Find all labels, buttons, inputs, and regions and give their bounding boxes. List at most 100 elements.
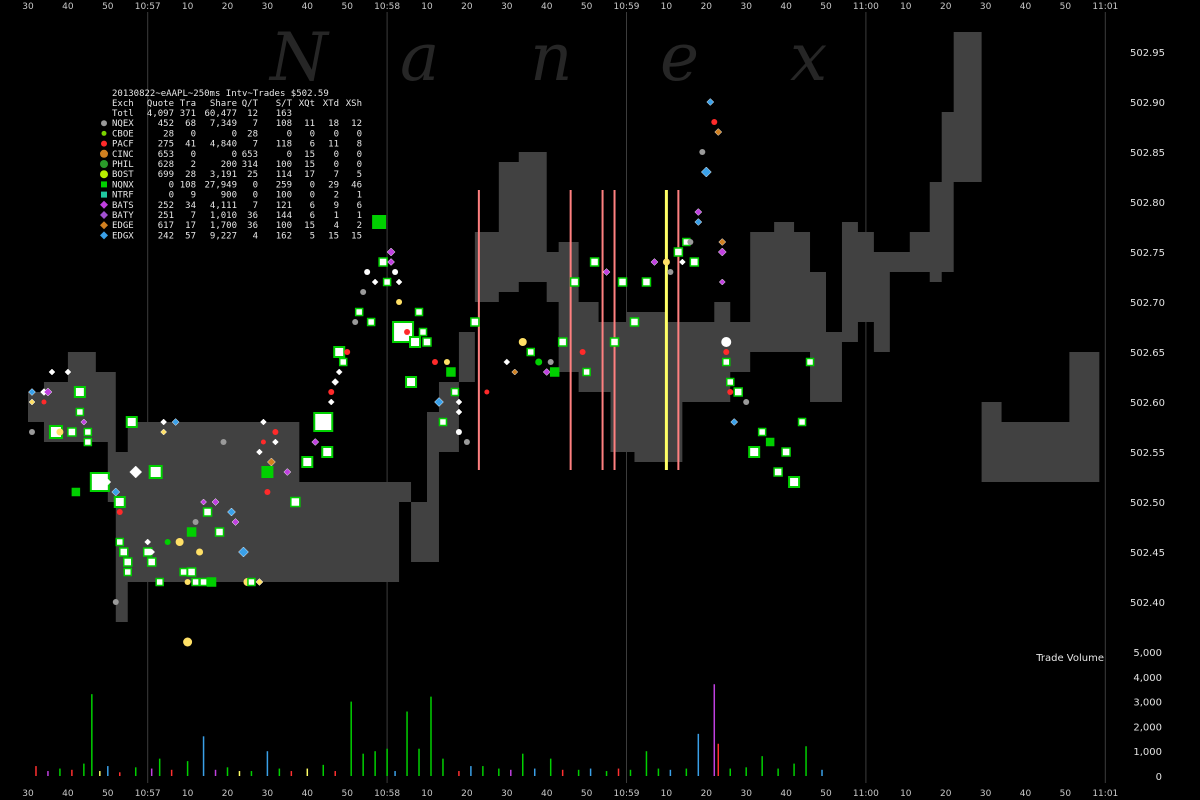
trade-diamond [717, 247, 727, 257]
legend-cell: 7 [191, 211, 196, 221]
trade-square [372, 215, 387, 229]
trade-square [589, 257, 600, 267]
legend-cell: 0 [357, 160, 362, 170]
trade-diamond [395, 278, 403, 286]
trade-square [781, 447, 791, 457]
trade-diamond [371, 278, 379, 286]
trade-square [526, 347, 535, 357]
trade-circle [28, 429, 35, 435]
legend-cell: 28 [185, 170, 196, 180]
trade-square [125, 416, 138, 428]
legend-header-cell: XSh [346, 99, 362, 109]
x-tick-label-bottom: 40 [780, 789, 792, 799]
legend-cell: BATY [112, 211, 134, 221]
trade-circle [463, 439, 470, 445]
legend-cell: 653 [242, 150, 258, 160]
trade-square [405, 376, 418, 388]
trade-square [186, 527, 197, 537]
price-tick-label: 502.70 [1130, 298, 1165, 309]
legend-cell: 15 [304, 150, 315, 160]
legend-cell: 452 [158, 119, 174, 129]
trade-diamond [650, 258, 659, 266]
trade-square [609, 337, 620, 347]
legend-cell: 699 [158, 170, 174, 180]
trade-square [321, 446, 334, 458]
x-tick-label-bottom: 10 [421, 789, 433, 799]
legend-cell: 7 [253, 140, 258, 150]
trade-circle [396, 299, 403, 305]
legend-cell: 4 [253, 231, 258, 241]
trade-square [71, 487, 81, 497]
trade-diamond [503, 358, 511, 366]
legend-cell: 2 [191, 160, 196, 170]
trade-circle [175, 538, 184, 546]
x-tick-label-top: 20 [701, 2, 713, 12]
x-tick-label-bottom: 30 [22, 789, 34, 799]
legend-cell: 242 [158, 231, 174, 241]
legend-cell: NQNX [112, 180, 134, 190]
trade-square [418, 327, 428, 337]
trade-diamond [602, 268, 611, 276]
trade-square [123, 557, 133, 567]
trade-circle [264, 489, 271, 495]
trade-square [733, 387, 743, 397]
legend-cell: 259 [276, 180, 292, 190]
x-tick-label-bottom: 30 [980, 789, 992, 799]
legend-cell: 1,700 [210, 221, 237, 231]
trade-circle [352, 319, 359, 325]
trade-circle [667, 269, 674, 275]
x-tick-label-top: 10 [182, 2, 194, 12]
trade-square [333, 346, 346, 358]
trade-circle [723, 349, 730, 355]
trade-circle [260, 439, 266, 445]
legend-cell: BATS [112, 201, 134, 211]
x-tick-label-bottom: 40 [302, 789, 314, 799]
watermark-letter: e [660, 19, 699, 96]
trade-diamond [694, 208, 703, 216]
volume-axis-title: Trade Volume [1035, 653, 1104, 664]
trade-square [569, 277, 580, 287]
trade-square [805, 357, 815, 367]
trade-square [83, 437, 93, 447]
legend-cell: 108 [180, 180, 196, 190]
trade-circle [579, 349, 586, 355]
price-tick-label: 502.45 [1130, 548, 1165, 559]
x-tick-label-top: 10:59 [614, 2, 640, 12]
legend-cell: 0 [232, 129, 237, 139]
trade-diamond [331, 378, 340, 386]
trade-circle [392, 269, 399, 275]
legend-marker [100, 170, 108, 179]
legend-cell: 36 [247, 221, 258, 231]
x-tick-label-top: 30 [980, 2, 992, 12]
legend-cell: 100 [276, 160, 292, 170]
legend-cell: 68 [185, 119, 196, 129]
trade-circle [721, 337, 732, 347]
x-tick-label-bottom: 11:01 [1092, 789, 1118, 799]
trade-square [186, 567, 197, 577]
x-tick-label-bottom: 30 [740, 789, 752, 799]
legend-cell: 12 [351, 119, 362, 129]
trade-diamond [694, 218, 703, 226]
legend-cell: 4,097 [147, 109, 174, 119]
x-tick-label-bottom: 20 [222, 789, 234, 799]
trade-square [366, 317, 376, 327]
watermark-letter: N [268, 19, 330, 96]
trade-circle [443, 359, 450, 365]
legend-cell: 100 [276, 191, 292, 201]
trade-circle [404, 329, 411, 335]
x-tick-label-bottom: 40 [541, 789, 553, 799]
legend-cell: 6 [310, 211, 315, 221]
trade-square [549, 367, 560, 377]
legend-cell: 252 [158, 201, 174, 211]
x-tick-label-bottom: 11:00 [853, 789, 879, 799]
trade-diamond [386, 247, 396, 257]
legend-cell: NTRF [112, 191, 134, 201]
trade-square [214, 527, 225, 537]
legend-cell: 8 [357, 140, 362, 150]
trade-circle [328, 389, 335, 395]
legend-cell: 5 [357, 170, 362, 180]
price-tick-label: 502.50 [1130, 498, 1165, 509]
trade-diamond [718, 278, 726, 286]
legend-cell: 15 [304, 221, 315, 231]
legend-cell: 0 [310, 180, 315, 190]
